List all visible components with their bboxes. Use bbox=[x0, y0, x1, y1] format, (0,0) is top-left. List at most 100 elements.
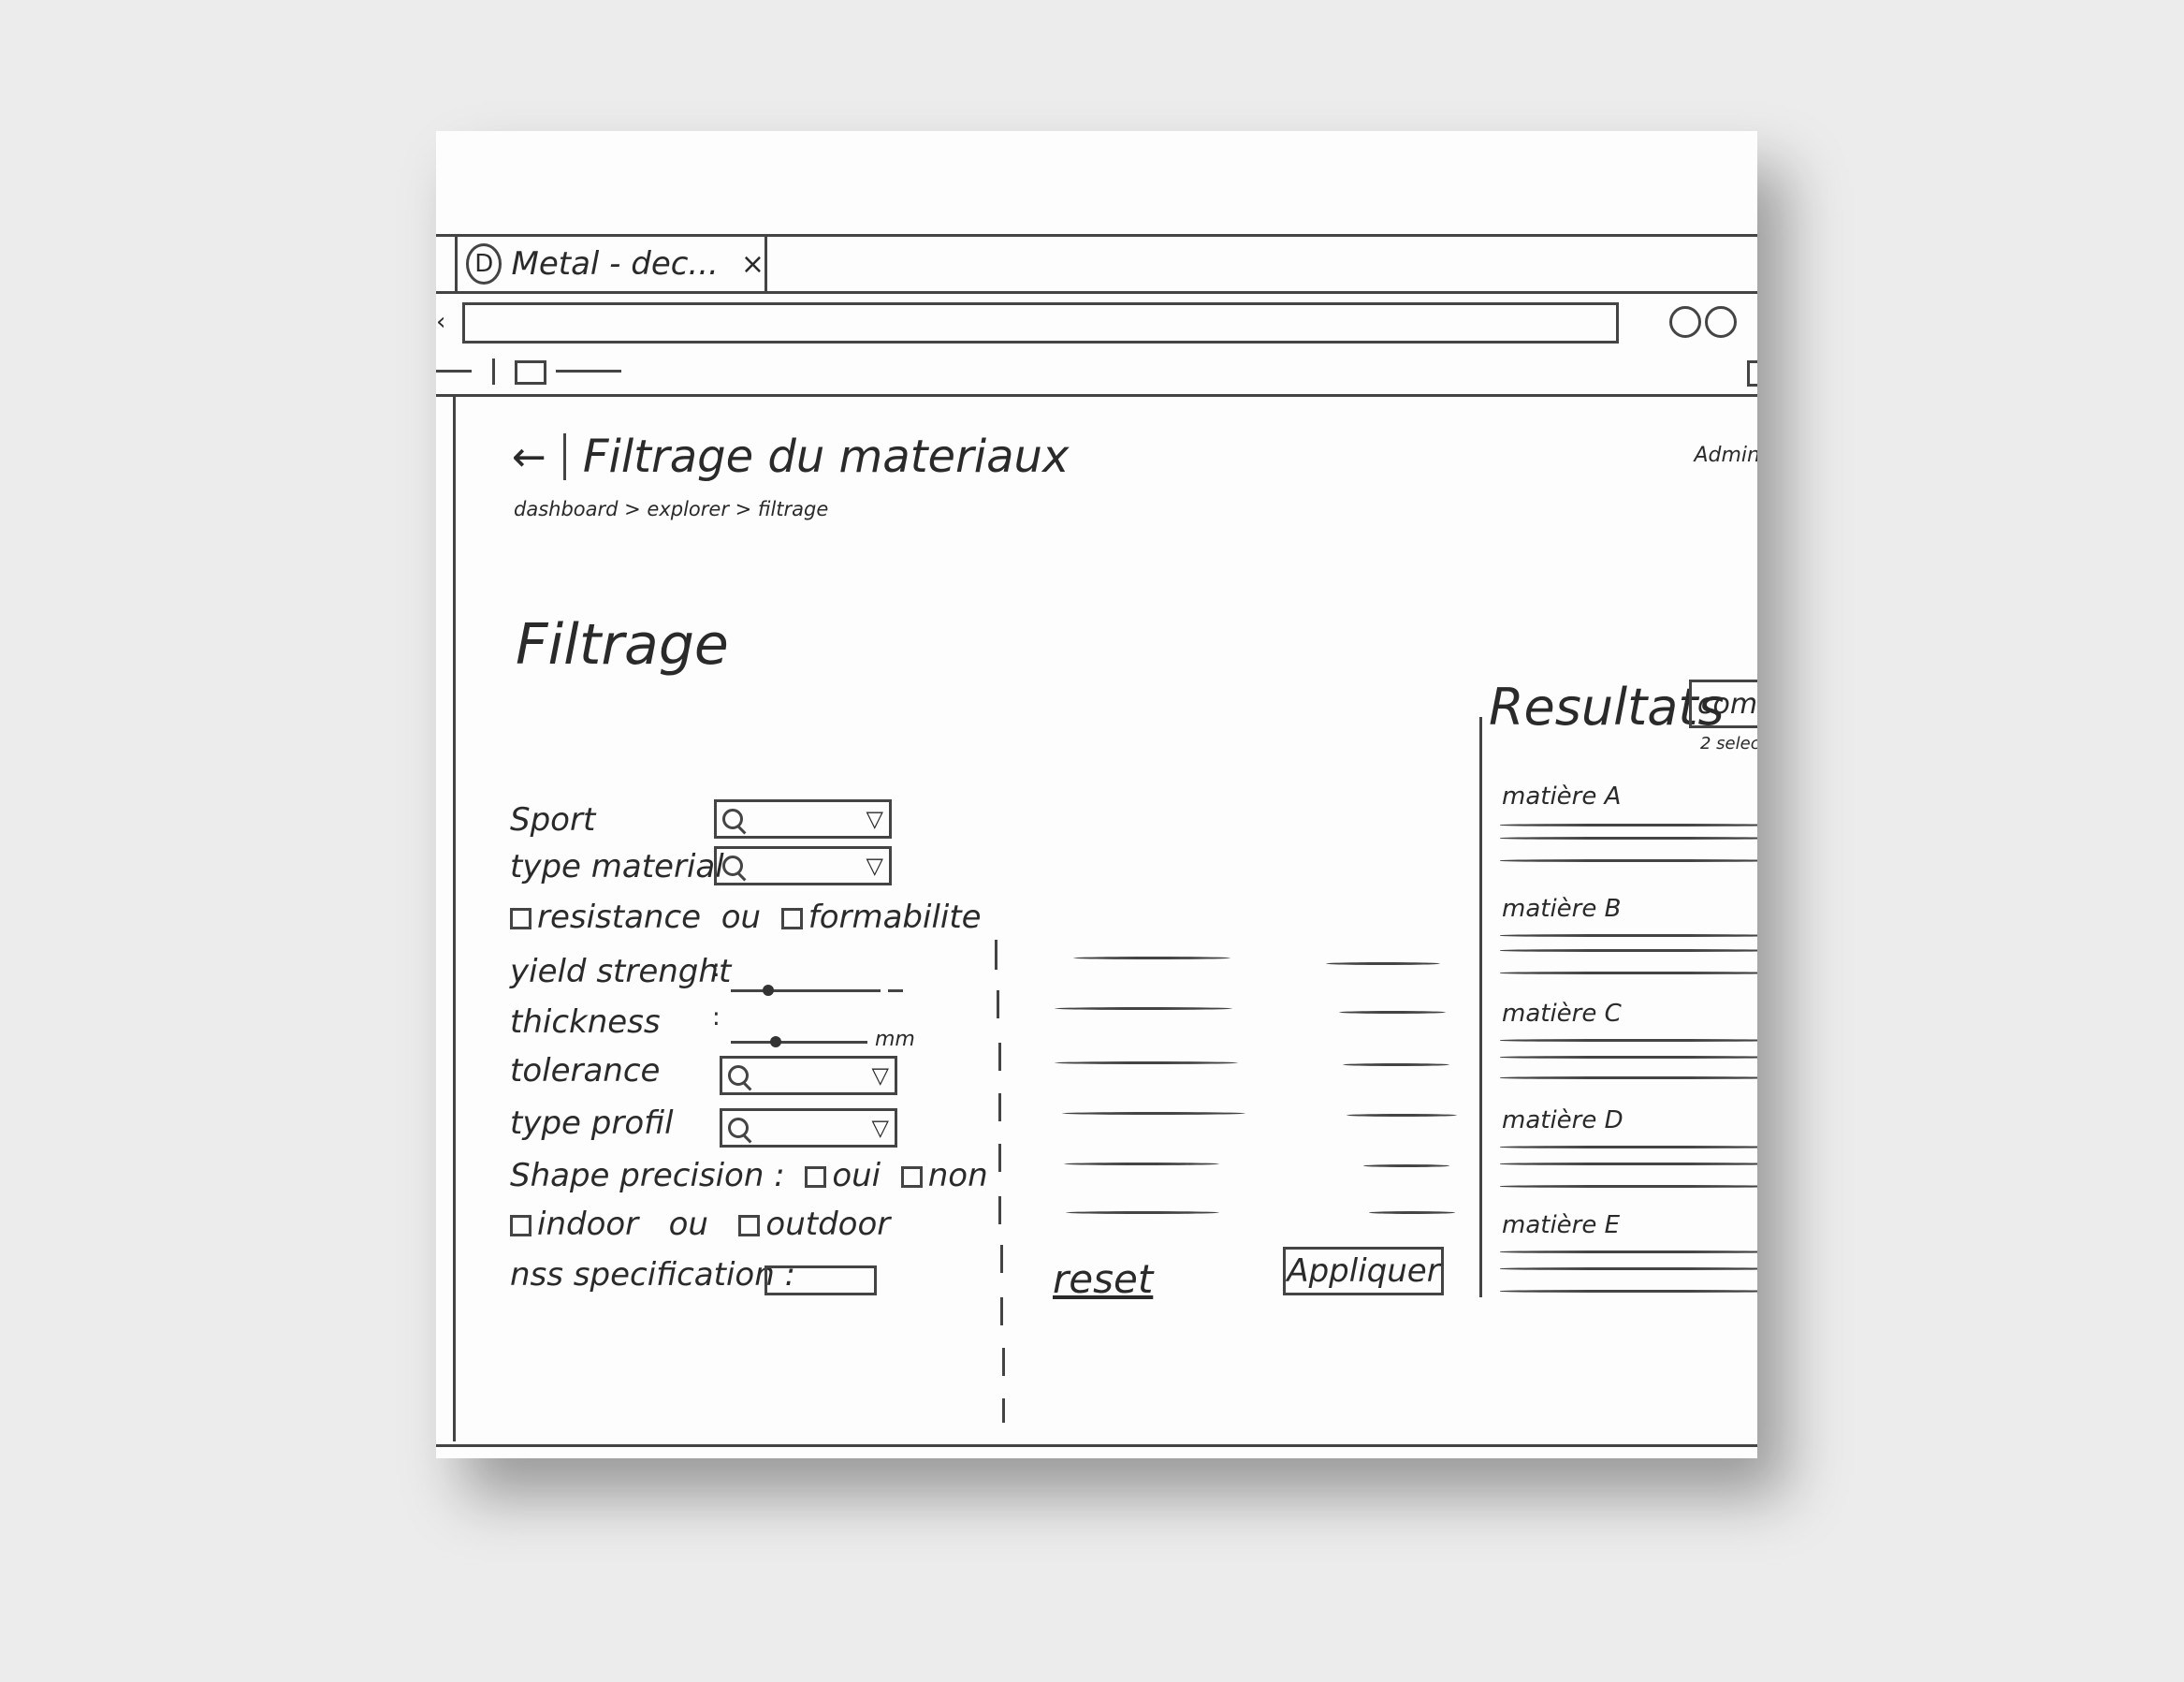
type-material-select[interactable]: ▽ bbox=[714, 846, 892, 885]
result-item[interactable]: matière C bbox=[1502, 1000, 1622, 1028]
search-icon bbox=[722, 856, 743, 876]
tolerance-label: tolerance bbox=[510, 1052, 661, 1090]
result-detail-line bbox=[1500, 837, 1757, 840]
dashed-divider bbox=[1002, 1348, 1005, 1376]
apply-button[interactable]: Appliquer bbox=[1283, 1247, 1444, 1295]
result-item[interactable]: matière D bbox=[1502, 1106, 1623, 1134]
nss-label: nss specification : bbox=[510, 1256, 796, 1294]
result-detail-line bbox=[1500, 949, 1757, 952]
result-detail-line bbox=[1500, 1146, 1757, 1148]
result-detail-line bbox=[1500, 824, 1757, 826]
compare-selection-count: 2 selec bbox=[1700, 734, 1757, 753]
user-menu[interactable]: Admin bbox=[1694, 444, 1757, 467]
ou-label: ou bbox=[668, 1206, 708, 1243]
result-detail-line bbox=[1500, 1251, 1757, 1253]
dashed-divider bbox=[998, 1043, 1001, 1071]
shape-precision-row: Shape precision : oui non bbox=[510, 1157, 988, 1194]
browser-window: D Metal - dec... × ‹ ← Filtrage du mater… bbox=[436, 234, 1757, 1447]
outdoor-label: outdoor bbox=[765, 1206, 891, 1243]
dashed-divider bbox=[998, 1093, 1001, 1121]
sketch-sheet: D Metal - dec... × ‹ ← Filtrage du mater… bbox=[436, 131, 1757, 1458]
dashed-divider bbox=[995, 940, 997, 970]
dropdown-arrow-icon: ▽ bbox=[871, 1062, 889, 1089]
tab-stub[interactable] bbox=[436, 237, 458, 291]
indoor-label: indoor bbox=[537, 1206, 639, 1243]
result-item[interactable]: matière E bbox=[1502, 1211, 1620, 1239]
placeholder-line bbox=[1343, 1063, 1449, 1066]
result-detail-line bbox=[1500, 1076, 1757, 1079]
type-material-label: type material bbox=[510, 848, 724, 885]
result-item[interactable]: matière B bbox=[1502, 895, 1621, 923]
resistance-checkbox[interactable] bbox=[510, 908, 531, 929]
shape-precision-label: Shape precision bbox=[510, 1157, 764, 1194]
dropdown-arrow-icon: ▽ bbox=[866, 853, 883, 879]
dropdown-arrow-icon: ▽ bbox=[871, 1115, 889, 1141]
yield-slider[interactable] bbox=[731, 985, 881, 996]
nav-back-icon[interactable]: ‹ bbox=[436, 308, 445, 336]
search-icon bbox=[728, 1118, 749, 1138]
yield-unit-placeholder bbox=[888, 989, 903, 992]
dashed-divider bbox=[998, 1196, 1001, 1224]
result-detail-line bbox=[1500, 1267, 1757, 1270]
thickness-slider-handle[interactable] bbox=[770, 1036, 782, 1047]
shape-oui-label: oui bbox=[832, 1157, 881, 1194]
yield-slider-handle[interactable] bbox=[763, 985, 774, 996]
search-icon bbox=[722, 809, 743, 829]
result-detail-line bbox=[1500, 1163, 1757, 1165]
circle-button-icon[interactable] bbox=[1669, 306, 1701, 338]
placeholder-line bbox=[1073, 957, 1230, 959]
bookmark-item[interactable] bbox=[436, 370, 472, 373]
dashed-divider bbox=[998, 1144, 1001, 1172]
compare-button[interactable]: compa bbox=[1689, 680, 1757, 728]
bookmark-separator bbox=[492, 358, 495, 385]
results-divider bbox=[1479, 717, 1482, 1297]
bookmark-overflow-icon[interactable] bbox=[1747, 360, 1757, 387]
dashed-divider bbox=[1000, 1245, 1003, 1273]
bookmark-item[interactable] bbox=[556, 370, 621, 373]
filter-heading: Filtrage bbox=[516, 612, 729, 678]
shape-non-label: non bbox=[927, 1157, 988, 1194]
resistance-formabilite-row: resistance ou formabilite bbox=[510, 899, 982, 936]
formabilite-checkbox[interactable] bbox=[780, 908, 803, 929]
placeholder-line bbox=[1326, 962, 1440, 965]
result-item[interactable]: matière A bbox=[1502, 782, 1621, 811]
bookmarks-bar bbox=[436, 349, 1757, 397]
bookmark-folder-icon[interactable] bbox=[515, 360, 546, 385]
sport-label: Sport bbox=[510, 801, 596, 839]
sport-select[interactable]: ▽ bbox=[714, 799, 892, 839]
indoor-checkbox[interactable] bbox=[510, 1215, 531, 1236]
outdoor-checkbox[interactable] bbox=[738, 1215, 761, 1236]
nss-input[interactable] bbox=[764, 1265, 877, 1295]
shape-non-checkbox[interactable] bbox=[900, 1166, 923, 1188]
search-icon bbox=[728, 1065, 749, 1086]
placeholder-line bbox=[1363, 1164, 1449, 1167]
result-detail-line bbox=[1500, 1056, 1757, 1059]
shape-oui-checkbox[interactable] bbox=[805, 1166, 827, 1188]
result-detail-line bbox=[1500, 1290, 1757, 1293]
tolerance-select[interactable]: ▽ bbox=[720, 1056, 897, 1095]
breadcrumb[interactable]: dashboard > explorer > filtrage bbox=[514, 498, 828, 520]
browser-tab[interactable]: D Metal - dec... × bbox=[459, 237, 767, 291]
address-bar[interactable] bbox=[462, 302, 1619, 344]
page-title: Filtrage du materiaux bbox=[582, 431, 1070, 483]
thickness-slider[interactable] bbox=[731, 1036, 867, 1047]
dropdown-arrow-icon: ▽ bbox=[866, 806, 883, 832]
circle-button-icon[interactable] bbox=[1705, 306, 1737, 338]
type-profil-select[interactable]: ▽ bbox=[720, 1108, 897, 1148]
page-content: ← Filtrage du materiaux dashboard > expl… bbox=[453, 397, 1757, 1441]
favicon-icon: D bbox=[466, 243, 502, 285]
colon: : bbox=[774, 1157, 785, 1194]
result-detail-line bbox=[1500, 1039, 1757, 1042]
close-icon[interactable]: × bbox=[741, 248, 764, 281]
thickness-label: thickness bbox=[510, 1003, 661, 1041]
result-detail-line bbox=[1500, 1185, 1757, 1188]
colon: : bbox=[712, 955, 721, 983]
ou-label: ou bbox=[721, 899, 762, 936]
reset-link[interactable]: reset bbox=[1053, 1256, 1153, 1302]
back-arrow-icon[interactable]: ← bbox=[512, 433, 546, 481]
type-profil-label: type profil bbox=[510, 1104, 674, 1142]
dashed-divider bbox=[997, 990, 999, 1018]
placeholder-line bbox=[1339, 1011, 1446, 1014]
colon: : bbox=[712, 1003, 721, 1031]
result-detail-line bbox=[1500, 972, 1757, 974]
